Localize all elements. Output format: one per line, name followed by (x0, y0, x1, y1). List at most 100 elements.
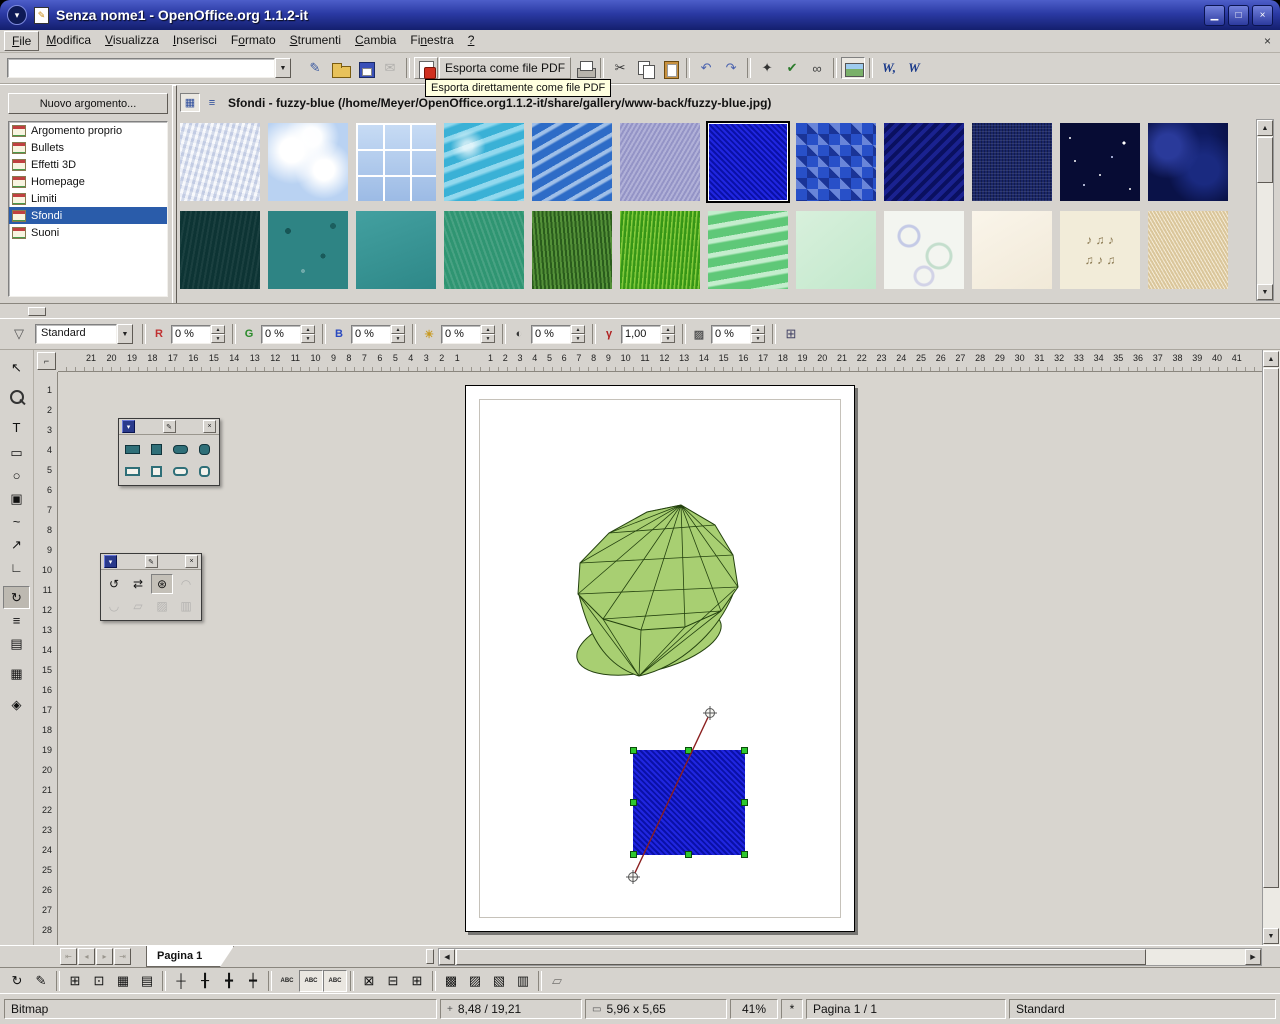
scroll-up-icon[interactable]: ▲ (1257, 120, 1273, 136)
gallery-scrollbar[interactable]: ▲ ▼ (1256, 119, 1274, 301)
tab-area-splitter[interactable] (426, 949, 434, 964)
selection-handle[interactable] (630, 851, 637, 858)
grid-to-front-icon[interactable]: ▦ (111, 970, 135, 992)
horizontal-scrollbar[interactable]: ◀ ▶ (438, 948, 1262, 966)
pin-toolbar-button[interactable]: ✎ (163, 420, 176, 433)
red-percent-value[interactable]: 0 % (171, 325, 211, 344)
crop-icon[interactable]: ⊞ (779, 323, 803, 345)
helplines-icon[interactable]: ▤ (135, 970, 159, 992)
gallery-splitter[interactable] (172, 85, 177, 304)
text-tool[interactable]: T (3, 416, 30, 439)
effects-floating-toolbar[interactable]: ▾✎× ↺⇄⊛◠◡▱▨▥ (100, 553, 202, 621)
square-outline-icon[interactable] (145, 461, 167, 481)
floating-toolbar-titlebar[interactable]: ▾✎× (119, 419, 219, 435)
hyperlink-icon[interactable]: ∞ (805, 57, 829, 79)
open-document-icon[interactable] (328, 57, 352, 79)
green-percent-value[interactable]: 0 % (261, 325, 301, 344)
brightness-percent-decrement[interactable]: ▼ (481, 334, 495, 343)
maximize-button[interactable]: □ (1228, 5, 1249, 26)
splitter-handle[interactable] (28, 307, 46, 316)
gallery-thumbnail-grass[interactable] (532, 211, 612, 289)
rectangle-outline-icon[interactable] (121, 461, 143, 481)
spellcheck-icon[interactable]: ✔ (780, 57, 804, 79)
vertical-scrollbar-thumb[interactable] (1263, 368, 1279, 888)
blue-percent-value[interactable]: 0 % (351, 325, 391, 344)
gallery-thumbnail-teal[interactable] (356, 211, 436, 289)
gallery-thumbnail-dark-blue-abstract[interactable] (1148, 123, 1228, 201)
gallery-thumbnail-green-waves[interactable] (708, 211, 788, 289)
rounded-square-filled-icon[interactable] (193, 439, 215, 459)
snap-to-object-border-icon[interactable]: ⊠ (357, 970, 381, 992)
gallery-thumbnail-bright-grass[interactable] (620, 211, 700, 289)
paste-icon[interactable] (658, 57, 682, 79)
gallery-thumbnail-music-notes[interactable]: ♪ ♫ ♪ ♫ ♪ ♫ (1060, 211, 1140, 289)
word-doc-icon-2[interactable]: W (902, 57, 926, 79)
red-percent-increment[interactable]: ▲ (211, 325, 225, 334)
snap-to-grid-icon[interactable]: ⊡ (87, 970, 111, 992)
navigator-icon[interactable]: ✦ (755, 57, 779, 79)
select-text-area-icon[interactable]: ABC (299, 970, 323, 992)
export-pdf-icon[interactable] (414, 57, 438, 79)
export-pdf-label[interactable]: Esporta come file PDF (439, 57, 571, 79)
connector-tool[interactable]: ∟ (3, 556, 30, 579)
curve-tool[interactable]: ~ (3, 510, 30, 533)
word-doc-icon-1[interactable]: W, (877, 57, 901, 79)
graphics-mode-dropdown-icon[interactable]: ▼ (117, 324, 133, 344)
simple-handles-icon[interactable]: ⊞ (405, 970, 429, 992)
toolbar-menu-button[interactable]: ▾ (122, 420, 135, 433)
toolbar-menu-button[interactable]: ▾ (104, 555, 117, 568)
menu-strumenti[interactable]: Strumenti (283, 31, 348, 51)
menu-inserisci[interactable]: Inserisci (166, 31, 224, 51)
minimize-button[interactable]: ▁ (1204, 5, 1225, 26)
gallery-thumbnail-blue-tiles[interactable] (356, 123, 436, 201)
gallery-theme-limiti[interactable]: Limiti (9, 190, 167, 207)
rounded-rectangle-filled-icon[interactable] (169, 439, 191, 459)
new-theme-button[interactable]: Nuovo argomento... (8, 93, 168, 114)
pin-toolbar-button[interactable]: ✎ (145, 555, 158, 568)
blue-percent-increment[interactable]: ▲ (391, 325, 405, 334)
select-tool[interactable]: ↖ (3, 356, 30, 379)
rounded-rectangle-outline-icon[interactable] (169, 461, 191, 481)
status-zoom[interactable]: 41% (730, 999, 778, 1019)
3d-objects-tool[interactable]: ▣ (3, 487, 30, 510)
modify-with-attributes-icon[interactable]: ▩ (439, 970, 463, 992)
close-document-icon[interactable]: × (1259, 33, 1276, 50)
gallery-thumbnail-cream[interactable] (972, 211, 1052, 289)
zoom-tool[interactable] (3, 386, 30, 409)
vertical-scrollbar[interactable]: ▲ ▼ (1262, 350, 1280, 945)
square-filled-icon[interactable] (145, 439, 167, 459)
in-3d-rotation-icon[interactable]: ⊛ (151, 574, 173, 594)
status-style[interactable]: Standard (1009, 999, 1276, 1019)
url-input[interactable] (7, 58, 275, 78)
selection-handle[interactable] (630, 747, 637, 754)
selection-handle[interactable] (741, 851, 748, 858)
gallery-thumbnail-sea-green[interactable] (444, 211, 524, 289)
gallery-thumbnail-clouds[interactable] (268, 123, 348, 201)
gallery-icon[interactable] (841, 57, 865, 79)
gallery-theme-effetti-3d[interactable]: Effetti 3D (9, 156, 167, 173)
snap-to-margins-icon[interactable]: ┿ (241, 970, 265, 992)
selection-handle[interactable] (741, 747, 748, 754)
gallery-thumbnail-dark-blue-fabric[interactable] (972, 123, 1052, 201)
gallery-thumbnail-blue-mosaic[interactable] (796, 123, 876, 201)
selection-handle[interactable] (685, 851, 692, 858)
blue-percent-decrement[interactable]: ▼ (391, 334, 405, 343)
text-placeholder-icon[interactable]: ▥ (511, 970, 535, 992)
effects-tool[interactable]: ↻ (3, 586, 30, 609)
contour-mode-icon[interactable]: ▧ (487, 970, 511, 992)
gallery-thumbnail-pastel-rings[interactable] (884, 211, 964, 289)
insert-tool[interactable]: ▦ (3, 662, 30, 685)
gallery-thumbnail-paper-light-blue[interactable] (180, 123, 260, 201)
rectangle-filled-icon[interactable] (121, 439, 143, 459)
rotate-icon[interactable]: ↺ (103, 574, 125, 594)
floating-toolbar-titlebar[interactable]: ▾✎× (101, 554, 201, 570)
rotation-mode-icon[interactable]: ↻ (5, 970, 29, 992)
scroll-up-icon[interactable]: ▲ (1263, 351, 1279, 367)
print-directly-icon[interactable] (572, 57, 596, 79)
url-dropdown-icon[interactable]: ▼ (275, 58, 291, 78)
contrast-percent-value[interactable]: 0 % (531, 325, 571, 344)
edit-points-icon[interactable]: ✎ (29, 970, 53, 992)
redo-icon[interactable]: ↷ (719, 57, 743, 79)
green-percent-increment[interactable]: ▲ (301, 325, 315, 334)
edit-file-icon[interactable]: ✎ (303, 57, 327, 79)
